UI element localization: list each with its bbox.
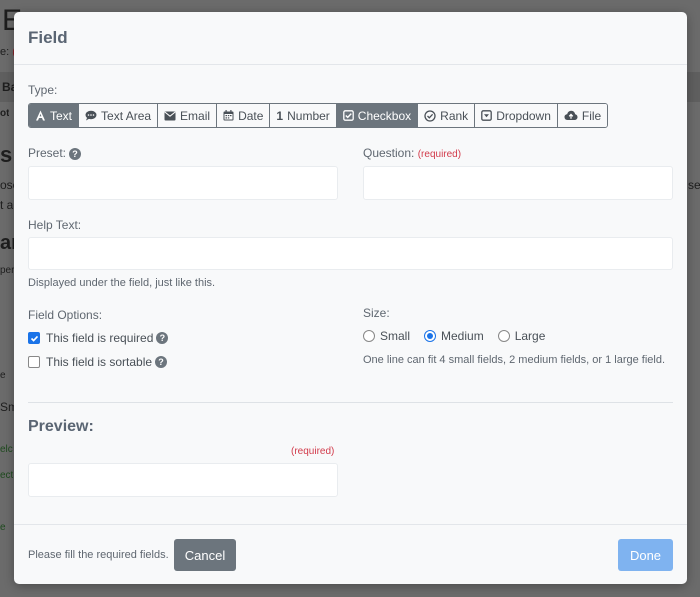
footer-note: Please fill the required fields. (28, 549, 169, 561)
size-medium-option[interactable]: Medium (424, 329, 484, 343)
type-email-button[interactable]: Email (158, 104, 218, 127)
size-radio-group: Small Medium Large (363, 329, 559, 343)
modal-title: Field (28, 28, 68, 47)
envelope-icon (164, 111, 176, 121)
section-divider (28, 402, 673, 403)
background-fragment: per (0, 265, 15, 276)
comment-icon (85, 110, 97, 121)
cancel-button[interactable]: Cancel (174, 539, 236, 571)
done-button[interactable]: Done (618, 539, 673, 571)
help-text-label: Help Text: (28, 218, 82, 232)
modal-header: Field (14, 12, 687, 65)
field-modal: Field Type: Text Text Area Email Date 1 … (14, 12, 687, 584)
size-large-radio[interactable] (497, 330, 510, 342)
background-fragment: e (0, 370, 6, 381)
type-dropdown-button[interactable]: Dropdown (475, 104, 558, 127)
cloud-upload-icon (564, 110, 578, 121)
size-small-radio[interactable] (363, 330, 375, 342)
field-options-label: Field Options: (28, 308, 103, 322)
caret-square-icon (481, 110, 493, 121)
size-medium-radio[interactable] (424, 330, 437, 342)
number-icon: 1 (276, 108, 284, 123)
type-label: Type: (28, 83, 58, 97)
type-button-group: Text Text Area Email Date 1 Number Check… (28, 103, 609, 128)
background-fragment: se (688, 178, 700, 192)
preview-title: Preview: (28, 418, 94, 435)
size-large-option[interactable]: Large (497, 329, 545, 343)
size-note: One line can fit 4 small fields, 2 mediu… (363, 354, 666, 366)
question-label: Question: (required) (363, 146, 462, 160)
type-rank-button[interactable]: Rank (418, 104, 476, 127)
preview-input[interactable] (28, 463, 338, 497)
type-checkbox-button[interactable]: Checkbox (336, 104, 419, 127)
check-circle-icon (424, 109, 436, 122)
type-text-button[interactable]: Text (29, 104, 80, 127)
type-file-button[interactable]: File (557, 104, 608, 127)
required-option-label: This field is required (46, 331, 154, 345)
background-fragment: ect (0, 470, 14, 481)
sortable-option[interactable]: This field is sortable ? (28, 355, 168, 369)
preview-required-tag: (required) (291, 446, 335, 457)
preset-label: Preset:? (28, 146, 82, 160)
type-number-button[interactable]: 1 Number (270, 104, 337, 127)
help-question-icon[interactable]: ? (69, 147, 82, 160)
background-fragment: t a (0, 198, 14, 212)
help-question-icon[interactable]: ? (156, 332, 169, 344)
required-option[interactable]: This field is required ? (28, 331, 169, 345)
background-heading-fragment: s (0, 142, 13, 167)
help-text-note: Displayed under the field, just like thi… (28, 277, 216, 289)
required-tag: (required) (417, 149, 462, 160)
preset-input[interactable] (28, 166, 338, 200)
text-icon (35, 110, 46, 121)
sortable-option-label: This field is sortable (46, 355, 153, 369)
sortable-checkbox[interactable] (28, 356, 40, 368)
size-small-option[interactable]: Small (363, 329, 410, 343)
size-label: Size: (363, 306, 390, 320)
type-date-button[interactable]: Date (217, 104, 271, 127)
help-text-input[interactable] (28, 237, 673, 270)
help-question-icon[interactable]: ? (155, 356, 168, 368)
background-fragment: elc (0, 444, 13, 455)
background-fragment: e (0, 522, 6, 533)
type-textarea-button[interactable]: Text Area (79, 104, 159, 127)
required-checkbox[interactable] (28, 332, 40, 344)
question-input[interactable] (363, 166, 673, 200)
background-fragment: ot (0, 108, 10, 119)
calendar-icon (223, 110, 234, 121)
checkbox-icon (342, 110, 354, 121)
